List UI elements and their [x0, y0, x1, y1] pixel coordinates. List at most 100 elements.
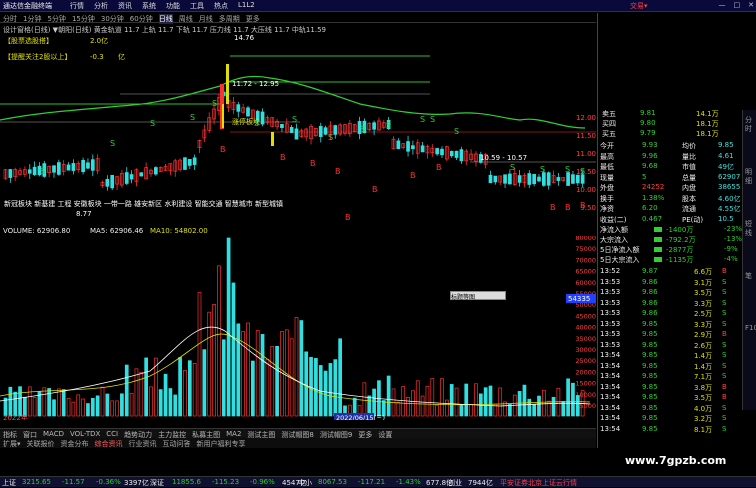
volume-bar [566, 378, 570, 417]
period-tab[interactable]: 日线 [158, 14, 173, 24]
volume-bar [372, 388, 376, 417]
trade-row: 13:54 9.85 3.2万 S [598, 414, 748, 423]
chart-popup[interactable]: 标题等图 [450, 291, 506, 301]
candle-body [318, 126, 323, 137]
stat-value: 4.61 [718, 151, 734, 160]
extension-tab[interactable]: 综合资讯 [95, 439, 123, 449]
minimize-icon[interactable]: — [719, 1, 726, 9]
spike-candle [222, 104, 224, 128]
stat-value: 10.5 [718, 214, 734, 223]
extension-tab[interactable]: 关联报价 [27, 439, 55, 449]
buy-marker: B [410, 171, 416, 180]
annot-mid: 11.72 - 12.95 [232, 80, 279, 88]
candle-body [110, 174, 115, 189]
volume-bar [178, 357, 182, 417]
candle-body [139, 172, 144, 177]
volume-bar [158, 389, 163, 417]
value-1: 2.0亿 [90, 36, 108, 45]
trade-time: 13:54 [600, 382, 621, 391]
trade-volume: 2.6万 [694, 341, 713, 350]
flow-value: -792.2万 [666, 236, 696, 244]
stat-label: 收益(二) [600, 215, 627, 224]
extension-tab[interactable]: 扩展▾ [3, 439, 21, 449]
menu-item[interactable]: 分析 [94, 1, 108, 11]
price-chart[interactable]: 12.0011.5011.0010.5010.009.50【股票选股搭】【提醒关… [0, 34, 596, 224]
volume-bar [270, 346, 275, 417]
period-tab[interactable]: 30分钟 [101, 14, 124, 24]
candle-body [566, 172, 570, 186]
period-tab[interactable]: 5分钟 [47, 14, 65, 24]
ma10-value: MA10: 54802.00 [150, 227, 208, 235]
watermark-text: www.7gpzb.com [625, 454, 727, 467]
period-tab[interactable]: 60分钟 [130, 14, 153, 24]
menu-item[interactable]: 系统 [142, 1, 156, 11]
annot-mid-2: 10.59 - 10.57 [480, 154, 527, 162]
trade-time: 13:54 [600, 372, 621, 380]
volume-bar [517, 391, 522, 417]
candle-body [187, 159, 192, 166]
menu-item[interactable]: 行情 [70, 1, 84, 11]
side-tool[interactable]: 笔 [745, 272, 754, 281]
app-title: 通达信金融终端 [3, 2, 52, 10]
volume-bar [251, 360, 255, 417]
side-tool[interactable]: 短线 [745, 220, 754, 238]
menu-item[interactable]: L1L2 [238, 1, 255, 11]
candle-body [105, 178, 110, 187]
flow-pct: -4% [724, 255, 738, 263]
maximize-icon[interactable]: □ [734, 1, 741, 9]
period-tab[interactable]: 分时 [3, 14, 17, 24]
status-field: -0.96% [250, 478, 275, 486]
period-tab[interactable]: 周线 [179, 14, 193, 24]
stat-label: 净资 [600, 205, 614, 213]
ask-volume: 18.1万 [696, 130, 719, 138]
candle-body [129, 174, 134, 180]
trade-side: S [722, 361, 727, 370]
period-tab[interactable]: 月线 [199, 14, 213, 24]
buy-marker: B [335, 167, 341, 176]
value-3: 亿 [118, 52, 125, 61]
menu-item[interactable]: 资讯 [118, 1, 132, 11]
trade-volume: 3.5万 [694, 394, 713, 402]
trade-menu[interactable]: 交易▾ [630, 1, 648, 11]
volume-bar [226, 237, 231, 417]
trade-row: 13:54 9.85 1.4万 S [598, 351, 748, 360]
stat-row: 最高 9.96 量比 4.61 [598, 152, 748, 161]
trade-row: 13:52 9.87 6.6万 B [598, 267, 748, 276]
volume-bar [173, 394, 178, 417]
side-tool[interactable]: 分时 [745, 116, 754, 134]
candle-body [32, 166, 37, 176]
trade-price: 9.86 [642, 298, 658, 307]
stat-label: PE(动) [682, 215, 704, 224]
trade-volume: 3.2万 [694, 415, 713, 423]
trade-row: 13:53 9.86 3.5万 S [598, 288, 748, 297]
close-icon[interactable]: ✕ [748, 1, 754, 9]
candle-body [280, 124, 284, 128]
volume-bar [255, 329, 260, 417]
menu-item[interactable]: 工具 [190, 1, 204, 11]
stat-label: 现量 [600, 173, 614, 182]
candle-body [440, 148, 444, 156]
menu-item[interactable]: 功能 [166, 1, 180, 11]
volume-bar [100, 386, 105, 417]
candle-body [323, 127, 328, 135]
volume-bar [42, 387, 47, 417]
period-tab[interactable]: 15分钟 [72, 14, 95, 24]
candle-body [90, 159, 95, 171]
period-tab[interactable]: 多周期 [219, 14, 240, 24]
trade-time: 13:53 [600, 319, 621, 328]
side-tool[interactable]: F10 [745, 324, 756, 333]
period-tab[interactable]: 1分钟 [23, 14, 41, 24]
extension-tab[interactable]: 行业资讯 [129, 439, 157, 449]
volume-bar [76, 394, 81, 417]
trade-side: S [722, 309, 727, 317]
menu-item[interactable]: 热点 [214, 1, 228, 11]
ask-volume: 14.1万 [696, 110, 719, 118]
extension-tab[interactable]: 资金分布 [61, 439, 89, 449]
extension-tab[interactable]: 互动问答 [163, 439, 191, 449]
extension-tab[interactable]: 新用户福利专享 [197, 439, 246, 449]
candle-body [537, 176, 541, 182]
period-tab[interactable]: 更多 [246, 14, 260, 24]
volume-chart[interactable]: 8000075000700006500060000550005000045000… [0, 236, 596, 420]
side-tool[interactable]: 明细 [745, 168, 754, 186]
candle-body [81, 159, 85, 173]
